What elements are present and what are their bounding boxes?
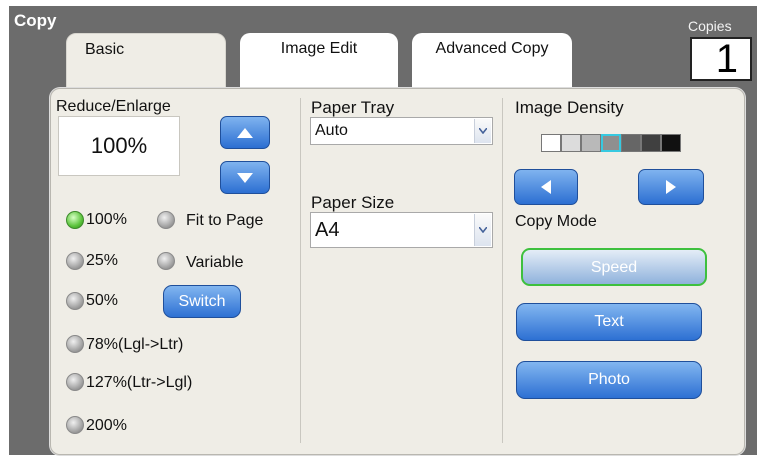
tab-image-edit-label: Image Edit [280, 40, 358, 57]
radio-200-percent[interactable] [66, 416, 84, 434]
paper-tray-label: Paper Tray [311, 98, 395, 117]
radio-78-percent[interactable] [66, 335, 84, 353]
radio-127-percent-label: 127%(Ltr->Lgl) [86, 374, 193, 391]
radio-127-percent[interactable] [66, 373, 84, 391]
tab-image-edit[interactable]: Image Edit [240, 33, 398, 88]
radio-25-percent-label: 25% [86, 252, 119, 269]
radio-variable[interactable] [157, 252, 175, 270]
density-level-6[interactable] [641, 134, 661, 152]
column-divider [502, 98, 503, 443]
radio-100-percent-label: 100% [86, 211, 127, 228]
radio-200-percent-label: 200% [86, 417, 127, 434]
radio-50-percent[interactable] [66, 292, 84, 310]
density-decrease-button[interactable] [514, 169, 578, 205]
copy-screen: Copy Basic Image Edit Advanced Copy Copi… [0, 0, 767, 465]
density-increase-button[interactable] [638, 169, 704, 205]
density-level-1[interactable] [541, 134, 561, 152]
radio-100-percent[interactable] [66, 211, 84, 229]
tab-basic-label: Basic [85, 41, 125, 58]
paper-size-label: Paper Size [311, 193, 395, 212]
switch-button[interactable]: Switch [163, 285, 241, 318]
mode-photo-button[interactable]: Photo [516, 361, 702, 399]
image-density-label: Image Density [515, 98, 624, 117]
zoom-up-button[interactable] [220, 116, 270, 149]
copies-count-field[interactable]: 1 [690, 37, 752, 81]
window-title: Copy [14, 11, 57, 30]
copies-label: Copies [688, 18, 732, 34]
radio-fit-to-page-label: Fit to Page [186, 212, 264, 229]
tab-basic[interactable]: Basic [66, 33, 226, 88]
arrow-right-icon [666, 180, 676, 194]
radio-25-percent[interactable] [66, 252, 84, 270]
dropdown-arrow-icon [474, 119, 491, 143]
radio-78-percent-label: 78%(Lgl->Ltr) [86, 336, 184, 353]
arrow-left-icon [541, 180, 551, 194]
tab-advanced-copy[interactable]: Advanced Copy [412, 33, 572, 88]
dropdown-arrow-icon [474, 214, 491, 246]
density-level-3[interactable] [581, 134, 601, 152]
mode-speed-button[interactable]: Speed [521, 248, 707, 286]
mode-text-button[interactable]: Text [516, 303, 702, 341]
paper-tray-value: Auto [315, 122, 348, 139]
paper-size-select[interactable]: A4 [310, 212, 493, 248]
radio-50-percent-label: 50% [86, 292, 119, 309]
arrow-down-icon [237, 172, 253, 183]
density-level-4[interactable] [601, 134, 621, 152]
paper-size-value: A4 [315, 219, 340, 241]
radio-variable-label: Variable [186, 254, 244, 271]
radio-fit-to-page[interactable] [157, 211, 175, 229]
density-scale[interactable] [541, 134, 681, 152]
zoom-down-button[interactable] [220, 161, 270, 194]
density-level-2[interactable] [561, 134, 581, 152]
arrow-up-icon [237, 127, 253, 138]
density-level-5[interactable] [621, 134, 641, 152]
column-divider [300, 98, 301, 443]
copy-mode-label: Copy Mode [515, 213, 597, 230]
reduce-enlarge-label: Reduce/Enlarge [56, 98, 171, 115]
paper-tray-select[interactable]: Auto [310, 117, 493, 145]
density-level-7[interactable] [661, 134, 681, 152]
zoom-percent-field[interactable]: 100% [58, 116, 180, 176]
tab-advanced-copy-label: Advanced Copy [435, 40, 549, 57]
